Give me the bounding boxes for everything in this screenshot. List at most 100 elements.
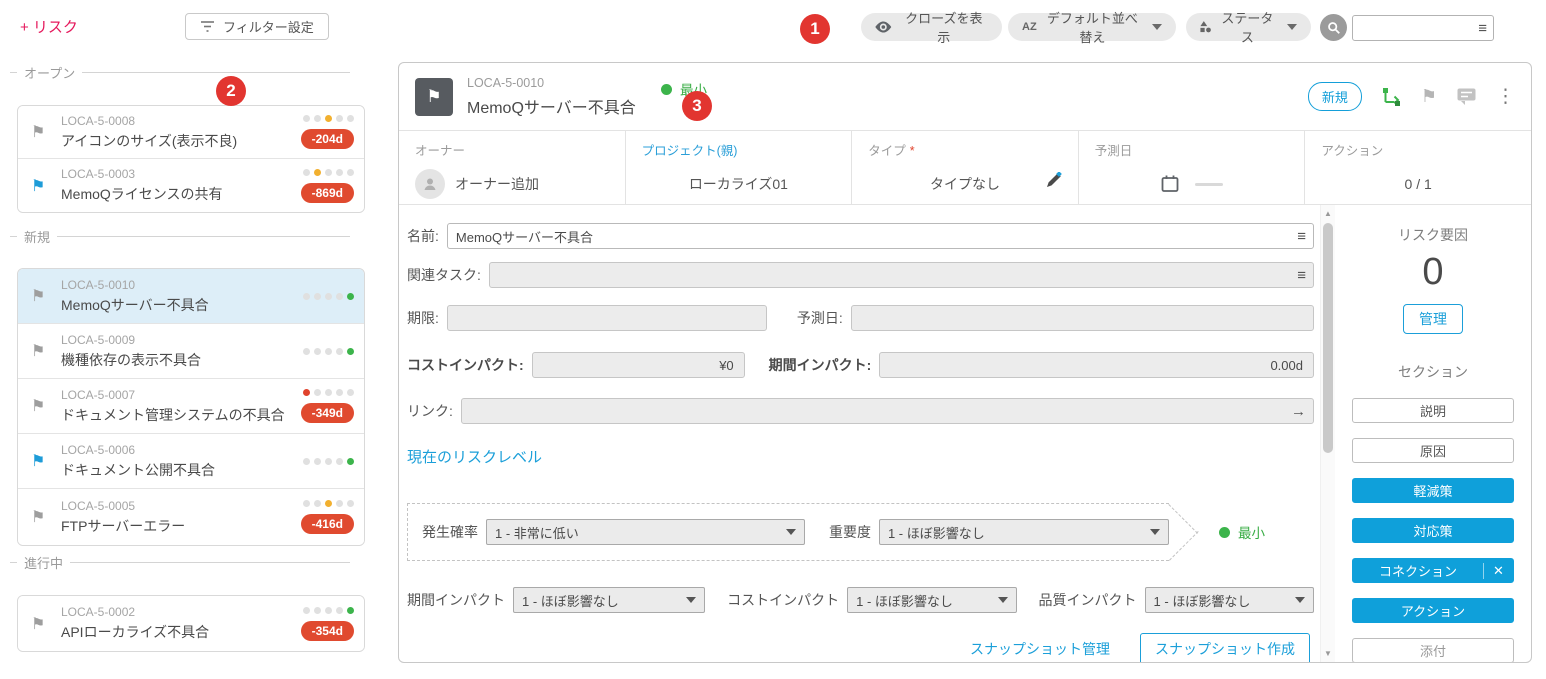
search-icon[interactable] (1320, 14, 1347, 41)
search-field[interactable]: ≡ (1352, 15, 1494, 41)
section-button-attachment[interactable]: 添付 (1352, 638, 1514, 663)
filter-settings-button[interactable]: フィルター設定 (185, 13, 329, 40)
severity-select[interactable]: 1 - ほぼ影響なし (879, 519, 1169, 545)
related-task-input[interactable] (489, 262, 1314, 288)
link-label: リンク: (407, 401, 453, 421)
risk-level-dots (303, 607, 354, 614)
project-label: プロジェクト(親) (642, 140, 836, 159)
risk-id: LOCA-5-0009 (61, 333, 201, 347)
duration-impact-select-label: 期間インパクト (407, 590, 505, 610)
scrollbar-thumb[interactable] (1323, 223, 1333, 453)
level-dot (336, 389, 343, 396)
chevron-down-icon (786, 529, 796, 535)
level-dot (314, 348, 321, 355)
cost-impact-input[interactable] (532, 352, 745, 378)
name-input[interactable] (447, 223, 1314, 249)
snapshot-create-button[interactable]: スナップショット作成 (1140, 633, 1310, 663)
cost-impact-select[interactable]: 1 - ほぼ影響なし (847, 587, 1016, 613)
scroll-up-arrow[interactable]: ▲ (1321, 209, 1335, 218)
chevron-down-icon (1150, 529, 1160, 535)
level-dot (314, 389, 321, 396)
section-button-mitigation[interactable]: 軽減策 (1352, 478, 1514, 503)
cost-impact-value: 1 - ほぼ影響なし (856, 591, 953, 610)
quality-impact-select-label: 品質インパクト (1039, 590, 1137, 610)
section-button-description[interactable]: 説明 (1352, 398, 1514, 423)
action-value: 0 / 1 (1321, 165, 1515, 203)
snapshot-manage-link[interactable]: スナップショット管理 (970, 639, 1110, 659)
section-panel: リスク要因 0 管理 セクション 説明 原因 軽減策 対応策 コネクション (1335, 205, 1531, 662)
risk-card[interactable]: ⚑ LOCA-5-0008 アイコンのサイズ(表示不良) -204d (18, 106, 364, 159)
workflow-icon[interactable] (1382, 87, 1401, 107)
status-badge-button[interactable]: 新規 (1308, 82, 1362, 111)
search-input[interactable] (1359, 21, 1478, 36)
level-dot (325, 115, 332, 122)
probability-select[interactable]: 1 - 非常に低い (486, 519, 805, 545)
overdue-badge: -354d (301, 621, 354, 641)
group-title: オープン (24, 63, 75, 82)
scroll-down-arrow[interactable]: ▼ (1321, 649, 1335, 658)
risk-name: ドキュメント管理システムの不具合 (61, 405, 285, 425)
section-button-connection[interactable]: コネクション ✕ (1352, 558, 1514, 583)
owner-field[interactable]: オーナー オーナー追加 (399, 131, 626, 204)
risk-level-arrow-box: 発生確率 1 - 非常に低い 重要度 1 - ほぼ影響なし (407, 503, 1169, 561)
risk-card[interactable]: ⚑ LOCA-5-0002 APIローカライズ不具合 -354d (18, 596, 364, 651)
risk-name: 機種依存の表示不具合 (61, 350, 201, 370)
risk-card[interactable]: ⚑ LOCA-5-0009 機種依存の表示不具合 (18, 324, 364, 379)
flag-icon[interactable]: ⚑ (1421, 86, 1437, 107)
due-date-input[interactable] (447, 305, 767, 331)
edit-pencil-icon[interactable] (1046, 172, 1062, 188)
level-dot (347, 348, 354, 355)
current-risk-level-link[interactable]: 現在のリスクレベル (407, 446, 1314, 467)
overdue-badge: -869d (301, 183, 354, 203)
close-icon[interactable]: ✕ (1483, 563, 1513, 579)
duration-impact-input[interactable] (879, 352, 1314, 378)
required-asterisk: * (910, 144, 915, 158)
section-button-action[interactable]: アクション (1352, 598, 1514, 623)
duration-impact-select[interactable]: 1 - ほぼ影響なし (513, 587, 705, 613)
manage-button[interactable]: 管理 (1403, 304, 1463, 334)
forecast-date-input[interactable] (851, 305, 1314, 331)
status-dropdown[interactable]: ステータス (1186, 13, 1311, 41)
expand-handle-icon[interactable]: ≡ (1297, 229, 1306, 244)
open-link-icon[interactable]: → (1291, 403, 1306, 420)
risk-name: ドキュメント公開不具合 (61, 460, 215, 480)
duration-impact-label: 期間インパクト: (769, 355, 872, 375)
risk-card[interactable]: ⚑ LOCA-5-0003 MemoQライセンスの共有 -869d (18, 159, 364, 212)
risk-card[interactable]: ⚑ LOCA-5-0007 ドキュメント管理システムの不具合 -349d (18, 379, 364, 434)
project-field[interactable]: プロジェクト(親) ローカライズ01 (626, 131, 853, 204)
search-menu-icon[interactable]: ≡ (1478, 21, 1487, 36)
link-input[interactable] (461, 398, 1314, 424)
expand-handle-icon[interactable]: ≡ (1297, 268, 1306, 283)
level-dot (303, 500, 310, 507)
forecast-date-form-label: 予測日: (797, 308, 843, 328)
show-closed-button[interactable]: クローズを表示 (861, 13, 1002, 41)
severity-label: 重要度 (829, 522, 871, 542)
level-dot (336, 458, 343, 465)
vertical-scrollbar[interactable]: ▲ ▼ (1320, 205, 1335, 662)
annotation-3: 3 (682, 91, 712, 121)
sort-dropdown[interactable]: AZ デフォルト並べ替え (1008, 13, 1176, 41)
section-button-response[interactable]: 対応策 (1352, 518, 1514, 543)
flag-icon: ⚑ (31, 286, 53, 306)
cost-impact-select-label: コストインパクト (727, 590, 839, 610)
calendar-icon[interactable] (1161, 175, 1179, 193)
quality-impact-select[interactable]: 1 - ほぼ影響なし (1145, 587, 1314, 613)
annotation-2: 2 (216, 76, 246, 106)
cost-impact-label: コストインパクト: (407, 355, 524, 375)
flag-icon: ⚑ (31, 122, 53, 142)
add-risk-button[interactable]: + リスク (20, 16, 78, 37)
forecast-date-field[interactable]: 予測日 (1079, 131, 1306, 204)
more-menu-icon[interactable]: ⋮ (1496, 85, 1515, 108)
risk-card-selected[interactable]: ⚑ LOCA-5-0010 MemoQサーバー不具合 (18, 269, 364, 324)
section-button-cause[interactable]: 原因 (1352, 438, 1514, 463)
level-dot (347, 115, 354, 122)
action-field[interactable]: アクション 0 / 1 (1305, 131, 1531, 204)
type-field[interactable]: タイプ* タイプなし (852, 131, 1079, 204)
level-dot (314, 169, 321, 176)
comment-icon[interactable] (1457, 88, 1476, 105)
level-dot (347, 293, 354, 300)
risk-card[interactable]: ⚑ LOCA-5-0006 ドキュメント公開不具合 (18, 434, 364, 489)
risk-group-open: ⚑ LOCA-5-0008 アイコンのサイズ(表示不良) -204d ⚑ LOC… (17, 105, 365, 213)
risk-card[interactable]: ⚑ LOCA-5-0005 FTPサーバーエラー -416d (18, 489, 364, 545)
level-label: 最小 (1238, 522, 1265, 542)
